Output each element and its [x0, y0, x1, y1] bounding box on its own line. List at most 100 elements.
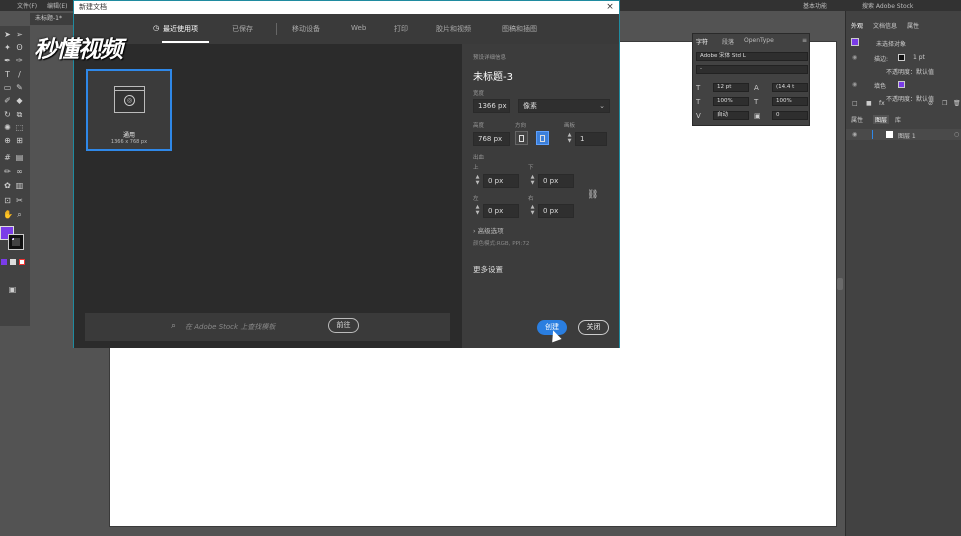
kerning-field[interactable]: 自动	[713, 111, 749, 120]
clear-appearance-icon[interactable]: ⊘	[928, 100, 933, 107]
menu-edit[interactable]: 编辑(E)	[47, 1, 67, 10]
opacity2-label[interactable]: 不透明度：默认值	[886, 94, 934, 103]
add-effect-icon[interactable]: fx	[879, 100, 885, 107]
shape-builder-icon[interactable]: ⊕	[3, 136, 12, 145]
layer-visibility-icon[interactable]: ◉	[852, 131, 857, 138]
eye-icon[interactable]: ◉	[852, 81, 857, 88]
type-tool-icon[interactable]: T	[3, 70, 12, 79]
tab-layers[interactable]: 图层	[873, 115, 890, 124]
selection-tool-icon[interactable]: ➤	[3, 30, 12, 39]
eyedropper-icon[interactable]: ✏	[3, 167, 12, 176]
document-name-input[interactable]: 未标题-3	[473, 68, 513, 83]
curvature-icon[interactable]: ✑	[15, 56, 24, 65]
close-icon[interactable]: ×	[603, 1, 617, 14]
tab-mobile[interactable]: 移动设备	[292, 24, 320, 34]
mesh-icon[interactable]: #	[3, 153, 12, 162]
perspective-icon[interactable]: ⊞	[15, 136, 24, 145]
gradient-icon[interactable]: ▤	[15, 153, 24, 162]
go-button[interactable]: 前往	[328, 318, 359, 333]
bleed-left-input[interactable]: 0 px	[483, 204, 519, 218]
opacity-label[interactable]: 不透明度：默认值	[886, 67, 934, 76]
bleed-bottom-input[interactable]: 0 px	[538, 174, 574, 188]
layer-target-icon[interactable]: ○	[954, 131, 959, 138]
direct-selection-icon[interactable]: ➢	[15, 30, 24, 39]
preset-card-general[interactable]: ◎ 通用 1366 x 768 px	[86, 69, 172, 151]
font-style-select[interactable]: -	[696, 65, 808, 74]
layer-row[interactable]: ◉ 图层 1 ○	[846, 129, 961, 140]
pen-tool-icon[interactable]: ✒	[3, 56, 12, 65]
symbol-sprayer-icon[interactable]: ✿	[3, 181, 12, 190]
line-tool-icon[interactable]: /	[15, 70, 24, 79]
rotate-icon[interactable]: ↻	[3, 110, 12, 119]
scale-icon[interactable]: ⧉	[15, 110, 24, 119]
magic-wand-icon[interactable]: ✦	[3, 43, 12, 52]
bleed-top-stepper[interactable]: ▲ ▼	[474, 174, 481, 188]
color-mode-icon[interactable]	[1, 259, 7, 265]
stock-search-input[interactable]: 在 Adobe Stock 上查找模板	[185, 322, 275, 332]
bleed-right-input[interactable]: 0 px	[538, 204, 574, 218]
horizontal-scale-field[interactable]: 100%	[772, 97, 808, 106]
shaper-icon[interactable]: ✐	[3, 96, 12, 105]
tab-recent[interactable]: 最近使用项	[163, 24, 198, 34]
stock-search[interactable]: 搜索 Adobe Stock	[862, 1, 913, 10]
warp-icon[interactable]: ✺	[3, 123, 12, 132]
lasso-icon[interactable]: ʘ	[15, 43, 24, 52]
new-fill-icon[interactable]: ■	[866, 100, 872, 107]
menu-file[interactable]: 文件(F)	[17, 1, 37, 10]
leading-field[interactable]: (14.4 t	[772, 83, 808, 92]
tab-document-info[interactable]: 文档信息	[873, 21, 897, 30]
stroke-color-swatch[interactable]	[8, 234, 24, 250]
width-input[interactable]: 1366 px	[473, 99, 510, 113]
stroke-swatch[interactable]	[898, 54, 905, 61]
link-icon[interactable]: ⛓	[587, 190, 598, 200]
eraser-icon[interactable]: ◆	[15, 96, 24, 105]
vertical-scrollbar[interactable]	[837, 278, 843, 290]
more-settings-button[interactable]: 更多设置	[473, 264, 503, 275]
height-input[interactable]: 768 px	[473, 132, 510, 146]
free-transform-icon[interactable]: ⬚	[15, 123, 24, 132]
rectangle-tool-icon[interactable]: ▭	[3, 83, 12, 92]
duplicate-item-icon[interactable]: ❐	[942, 100, 947, 107]
tab-properties[interactable]: 属性	[907, 21, 919, 30]
unit-select[interactable]: 像素 ⌄	[518, 99, 610, 113]
screen-mode-icon[interactable]: ▣	[8, 285, 17, 294]
bleed-right-stepper[interactable]: ▲ ▼	[529, 204, 536, 218]
tab-print[interactable]: 打印	[394, 24, 408, 34]
layer-name[interactable]: 图层 1	[898, 131, 916, 140]
advanced-options-toggle[interactable]: › 高级选项	[473, 225, 504, 235]
font-family-select[interactable]: Adobe 宋体 Std L	[696, 52, 808, 61]
none-mode-icon[interactable]	[19, 259, 25, 265]
portrait-orientation-button[interactable]	[515, 131, 528, 145]
zoom-tool-icon[interactable]: ⌕	[15, 210, 24, 219]
tab-saved[interactable]: 已保存	[232, 24, 253, 34]
new-stroke-icon[interactable]: □	[852, 100, 858, 107]
landscape-orientation-button[interactable]	[536, 131, 549, 145]
artboards-input[interactable]: 1	[575, 132, 607, 146]
tab-character[interactable]: 字符	[696, 37, 708, 46]
bleed-left-stepper[interactable]: ▲ ▼	[474, 204, 481, 218]
tab-libraries[interactable]: 库	[895, 115, 901, 124]
vertical-scale-field[interactable]: 100%	[713, 97, 749, 106]
artboards-stepper[interactable]: ▲ ▼	[566, 132, 573, 146]
tab-web[interactable]: Web	[351, 24, 366, 32]
bleed-bottom-stepper[interactable]: ▲ ▼	[529, 174, 536, 188]
tab-film-video[interactable]: 胶片和视频	[436, 24, 471, 34]
document-tab[interactable]: 未标题-1*	[30, 13, 74, 25]
eye-icon[interactable]: ◉	[852, 54, 857, 61]
close-button[interactable]: 关闭	[578, 320, 609, 335]
blend-icon[interactable]: ∞	[15, 167, 24, 176]
tab-art-illustration[interactable]: 图稿和插图	[502, 24, 537, 34]
tab-appearance[interactable]: 外观	[851, 21, 863, 30]
tab-opentype[interactable]: OpenType	[744, 37, 774, 44]
tracking-field[interactable]: 0	[772, 111, 808, 120]
workspace-switcher[interactable]: 基本功能	[803, 1, 827, 10]
artboard-tool-icon[interactable]: ⊡	[3, 196, 12, 205]
graph-tool-icon[interactable]: ▥	[15, 181, 24, 190]
tab-paragraph[interactable]: 段落	[722, 37, 734, 46]
delete-item-icon[interactable]: 🗑	[953, 100, 961, 107]
panel-menu-icon[interactable]: ≡	[802, 37, 807, 44]
gradient-mode-icon[interactable]	[10, 259, 16, 265]
stroke-value[interactable]: 1 pt	[913, 54, 925, 61]
paintbrush-icon[interactable]: ✎	[15, 83, 24, 92]
font-size-field[interactable]: 12 pt	[713, 83, 749, 92]
